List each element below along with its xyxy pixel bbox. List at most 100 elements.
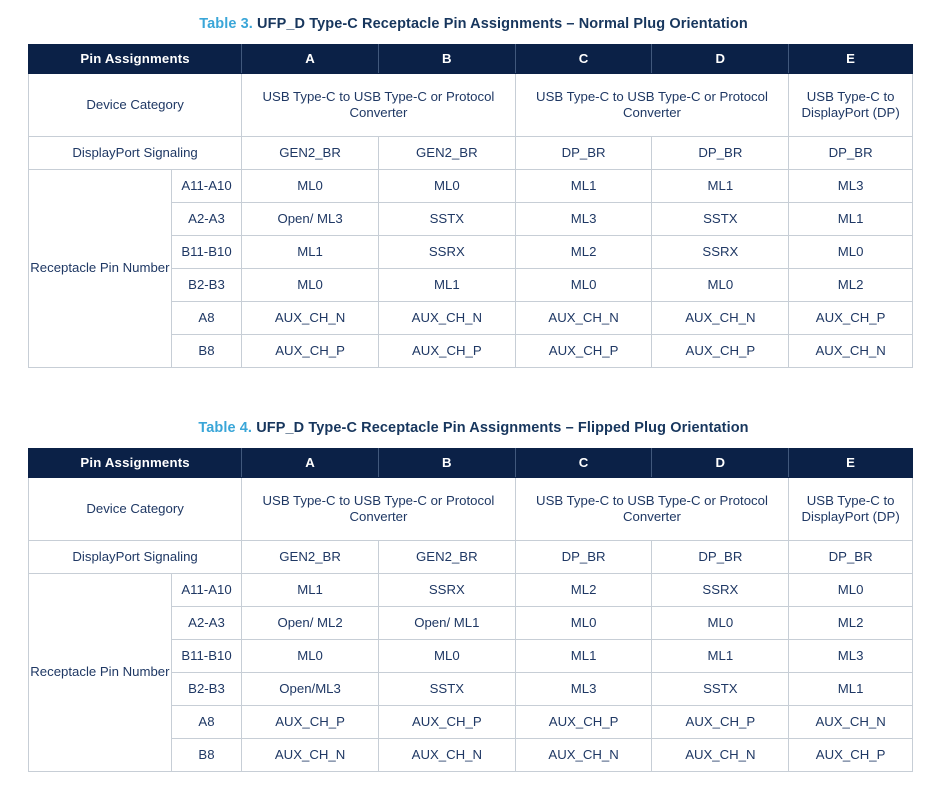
cell-pin-a: Open/ ML3 — [241, 202, 379, 236]
cell-signaling-b: GEN2_BR — [377, 136, 516, 170]
row-label-device-category: Device Category — [27, 477, 243, 541]
row-label-displayport-signaling: DisplayPort Signaling — [27, 540, 243, 574]
cell-pin-b: AUX_CH_P — [377, 334, 516, 368]
cell-pin-e: ML2 — [788, 606, 913, 640]
table-row-displayport-signaling: DisplayPort Signaling GEN2_BR GEN2_BR DP… — [27, 136, 913, 170]
cell-pin-b: AUX_CH_N — [377, 738, 516, 772]
table-caption-4: Table 4. UFP_D Type-C Receptacle Pin Ass… — [28, 420, 913, 436]
cell-pin-a: ML0 — [241, 169, 379, 203]
column-header-e: E — [788, 44, 913, 74]
table-header-row: Pin Assignments A B C D E — [27, 44, 913, 74]
cell-pin-e: ML1 — [788, 672, 913, 706]
cell-pin-c: ML0 — [514, 268, 653, 302]
cell-pin-e: AUX_CH_P — [788, 738, 913, 772]
cell-pin-number: A11-A10 — [170, 573, 243, 607]
cell-signaling-a: GEN2_BR — [241, 136, 379, 170]
cell-device-category-cd: USB Type-C to USB Type-C or Protocol Con… — [514, 73, 790, 137]
cell-pin-number: A2-A3 — [170, 606, 243, 640]
cell-pin-c: ML1 — [514, 639, 653, 673]
cell-pin-d: ML0 — [651, 268, 790, 302]
cell-pin-a: AUX_CH_N — [241, 738, 379, 772]
pin-assignment-table-3: Pin Assignments A B C D E Device Categor… — [27, 44, 913, 368]
cell-pin-e: ML3 — [788, 639, 913, 673]
cell-signaling-d: DP_BR — [651, 136, 790, 170]
cell-pin-e: ML0 — [788, 235, 913, 269]
cell-pin-b: SSTX — [377, 202, 516, 236]
cell-pin-a: ML1 — [241, 235, 379, 269]
column-header-b: B — [377, 448, 516, 478]
cell-pin-e: ML2 — [788, 268, 913, 302]
cell-pin-a: Open/ ML2 — [241, 606, 379, 640]
cell-pin-a: Open/ML3 — [241, 672, 379, 706]
cell-pin-d: ML1 — [651, 169, 790, 203]
row-label-receptacle-pin-number: Receptacle Pin Number — [28, 573, 172, 772]
table-row: Receptacle Pin Number A11-A10 ML0 ML0 ML… — [28, 169, 913, 368]
cell-pin-number: A8 — [170, 705, 243, 739]
cell-pin-c: ML2 — [514, 235, 653, 269]
cell-pin-c: AUX_CH_N — [514, 301, 653, 335]
cell-pin-d: SSTX — [651, 202, 790, 236]
cell-pin-a: ML1 — [241, 573, 379, 607]
cell-pin-number: B11-B10 — [170, 639, 243, 673]
cell-pin-c: ML3 — [514, 202, 653, 236]
cell-pin-e: AUX_CH_N — [788, 334, 913, 368]
cell-pin-b: ML0 — [377, 169, 516, 203]
cell-pin-c: AUX_CH_P — [514, 705, 653, 739]
row-label-receptacle-pin-number: Receptacle Pin Number — [28, 169, 172, 368]
document-page: Table 3. UFP_D Type-C Receptacle Pin Ass… — [0, 0, 941, 801]
row-label-displayport-signaling: DisplayPort Signaling — [27, 136, 243, 170]
column-header-e: E — [788, 448, 913, 478]
cell-signaling-e: DP_BR — [788, 540, 913, 574]
cell-pin-b: SSRX — [377, 573, 516, 607]
column-header-pin-assignments: Pin Assignments — [27, 44, 243, 74]
cell-pin-c: ML1 — [514, 169, 653, 203]
table-header-4: Pin Assignments A B C D E — [27, 448, 913, 478]
column-header-d: D — [651, 448, 790, 478]
table-caption-title: UFP_D Type-C Receptacle Pin Assignments … — [256, 420, 749, 436]
cell-device-category-cd: USB Type-C to USB Type-C or Protocol Con… — [514, 477, 790, 541]
cell-pin-c: AUX_CH_N — [514, 738, 653, 772]
cell-pin-b: SSRX — [377, 235, 516, 269]
cell-pin-d: AUX_CH_N — [651, 738, 790, 772]
column-header-c: C — [514, 448, 653, 478]
column-header-a: A — [241, 448, 379, 478]
cell-pin-e: ML1 — [788, 202, 913, 236]
cell-pin-number: A2-A3 — [170, 202, 243, 236]
pin-assignment-table-4: Pin Assignments A B C D E Device Categor… — [27, 448, 913, 772]
cell-pin-a: ML0 — [241, 639, 379, 673]
cell-pin-d: ML0 — [651, 606, 790, 640]
cell-pin-d: SSTX — [651, 672, 790, 706]
cell-signaling-d: DP_BR — [651, 540, 790, 574]
table-row: Receptacle Pin Number A11-A10 ML1 SSRX M… — [28, 573, 913, 772]
cell-pin-a: ML0 — [241, 268, 379, 302]
cell-pin-d: AUX_CH_N — [651, 301, 790, 335]
column-header-d: D — [651, 44, 790, 74]
cell-pin-number: B8 — [170, 334, 243, 368]
cell-pin-d: SSRX — [651, 235, 790, 269]
cell-pin-a: AUX_CH_P — [241, 705, 379, 739]
table-row-device-category: Device Category USB Type-C to USB Type-C… — [27, 73, 913, 137]
cell-pin-b: SSTX — [377, 672, 516, 706]
cell-pin-number: B8 — [170, 738, 243, 772]
cell-pin-e: AUX_CH_P — [788, 301, 913, 335]
table-caption-3: Table 3. UFP_D Type-C Receptacle Pin Ass… — [28, 16, 913, 32]
column-header-a: A — [241, 44, 379, 74]
cell-pin-number: A11-A10 — [170, 169, 243, 203]
cell-device-category-ab: USB Type-C to USB Type-C or Protocol Con… — [241, 73, 516, 137]
cell-pin-number: B11-B10 — [170, 235, 243, 269]
table-row-device-category: Device Category USB Type-C to USB Type-C… — [27, 477, 913, 541]
cell-pin-b: ML0 — [377, 639, 516, 673]
cell-pin-c: ML2 — [514, 573, 653, 607]
cell-signaling-c: DP_BR — [514, 136, 653, 170]
cell-signaling-b: GEN2_BR — [377, 540, 516, 574]
cell-signaling-a: GEN2_BR — [241, 540, 379, 574]
cell-pin-c: ML3 — [514, 672, 653, 706]
table-header-row: Pin Assignments A B C D E — [27, 448, 913, 478]
cell-signaling-e: DP_BR — [788, 136, 913, 170]
cell-pin-d: AUX_CH_P — [651, 705, 790, 739]
cell-pin-b: ML1 — [377, 268, 516, 302]
column-header-pin-assignments: Pin Assignments — [27, 448, 243, 478]
cell-pin-d: ML1 — [651, 639, 790, 673]
cell-device-category-ab: USB Type-C to USB Type-C or Protocol Con… — [241, 477, 516, 541]
cell-pin-e: ML3 — [788, 169, 913, 203]
